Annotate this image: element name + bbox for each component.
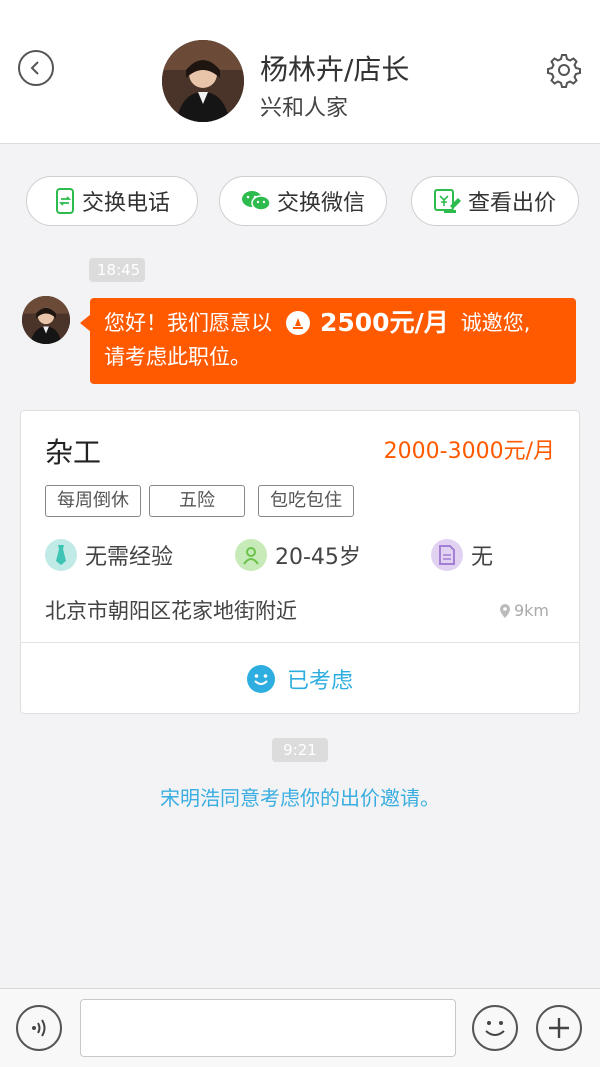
job-tag: 包吃包住 xyxy=(258,485,354,517)
considered-label: 已考虑 xyxy=(286,669,353,694)
money-icon xyxy=(286,311,310,335)
exchange-wechat-button[interactable]: 交换微信 xyxy=(219,176,387,226)
age-text: 20-45岁 xyxy=(275,545,361,570)
requirement-experience: 无需经验 xyxy=(45,539,173,571)
voice-icon xyxy=(32,1019,46,1037)
settings-button[interactable] xyxy=(546,52,582,88)
job-address: 北京市朝阳区花家地街附近 xyxy=(45,599,297,623)
job-tag: 每周倒休 xyxy=(45,485,141,517)
contact-name: 杨林卉/店长 xyxy=(260,53,410,86)
exchange-wechat-label: 交换微信 xyxy=(276,191,365,216)
wechat-icon xyxy=(241,191,271,211)
requirement-education: 无 xyxy=(431,539,493,571)
document-icon xyxy=(431,539,463,571)
sender-avatar[interactable] xyxy=(22,296,70,344)
view-bid-label: 查看出价 xyxy=(467,191,556,216)
plus-icon xyxy=(549,1018,569,1038)
message-input[interactable] xyxy=(80,999,456,1057)
contact-company: 兴和人家 xyxy=(260,96,349,121)
back-button[interactable] xyxy=(18,50,54,86)
offer-amount: 2500元/月 xyxy=(320,308,449,337)
offer-suffix: 诚邀您, xyxy=(460,311,531,335)
job-card[interactable]: 杂工 2000-3000元/月 每周倒休 五险 包吃包住 无需经验 20-45岁… xyxy=(20,410,580,714)
offer-prefix: 您好！我们愿意以 xyxy=(104,311,272,335)
person-icon xyxy=(235,539,267,571)
gear-icon xyxy=(547,54,581,88)
timestamp: 18:45 xyxy=(89,258,145,282)
input-bar xyxy=(0,988,600,1067)
exchange-phone-button[interactable]: 交换电话 xyxy=(26,176,198,226)
tie-icon xyxy=(45,539,77,571)
voice-button[interactable] xyxy=(16,1005,62,1051)
chevron-left-icon xyxy=(30,61,39,75)
education-text: 无 xyxy=(471,545,494,570)
requirement-age: 20-45岁 xyxy=(235,539,361,571)
avatar[interactable] xyxy=(162,40,244,122)
exchange-phone-label: 交换电话 xyxy=(81,191,170,216)
offer-message-bubble[interactable]: 您好！我们愿意以 2500元/月 诚邀您, 请考虑此职位。 xyxy=(90,298,576,384)
phone-swap-icon xyxy=(55,188,74,214)
location-pin-icon xyxy=(499,603,510,618)
smile-icon xyxy=(246,665,275,693)
quick-actions: 交换电话 交换微信 查看出价 xyxy=(26,176,581,226)
job-title: 杂工 xyxy=(45,436,102,469)
considered-status: 已考虑 xyxy=(21,643,579,715)
more-button[interactable] xyxy=(536,1005,582,1051)
system-message: 宋明浩同意考虑你的出价邀请。 xyxy=(160,786,440,810)
experience-text: 无需经验 xyxy=(85,545,174,570)
timestamp: 9:21 xyxy=(272,738,328,762)
bid-view-icon xyxy=(433,189,461,213)
emoji-icon xyxy=(485,1021,505,1036)
chat-header: 杨林卉/店长 兴和人家 xyxy=(0,0,600,144)
job-tag: 五险 xyxy=(149,485,245,517)
offer-line2: 请考虑此职位。 xyxy=(104,345,251,369)
emoji-button[interactable] xyxy=(472,1005,518,1051)
job-distance: 9km xyxy=(499,601,549,620)
job-salary: 2000-3000元/月 xyxy=(383,439,555,464)
distance-text: 9km xyxy=(513,601,549,620)
view-bid-button[interactable]: 查看出价 xyxy=(411,176,579,226)
